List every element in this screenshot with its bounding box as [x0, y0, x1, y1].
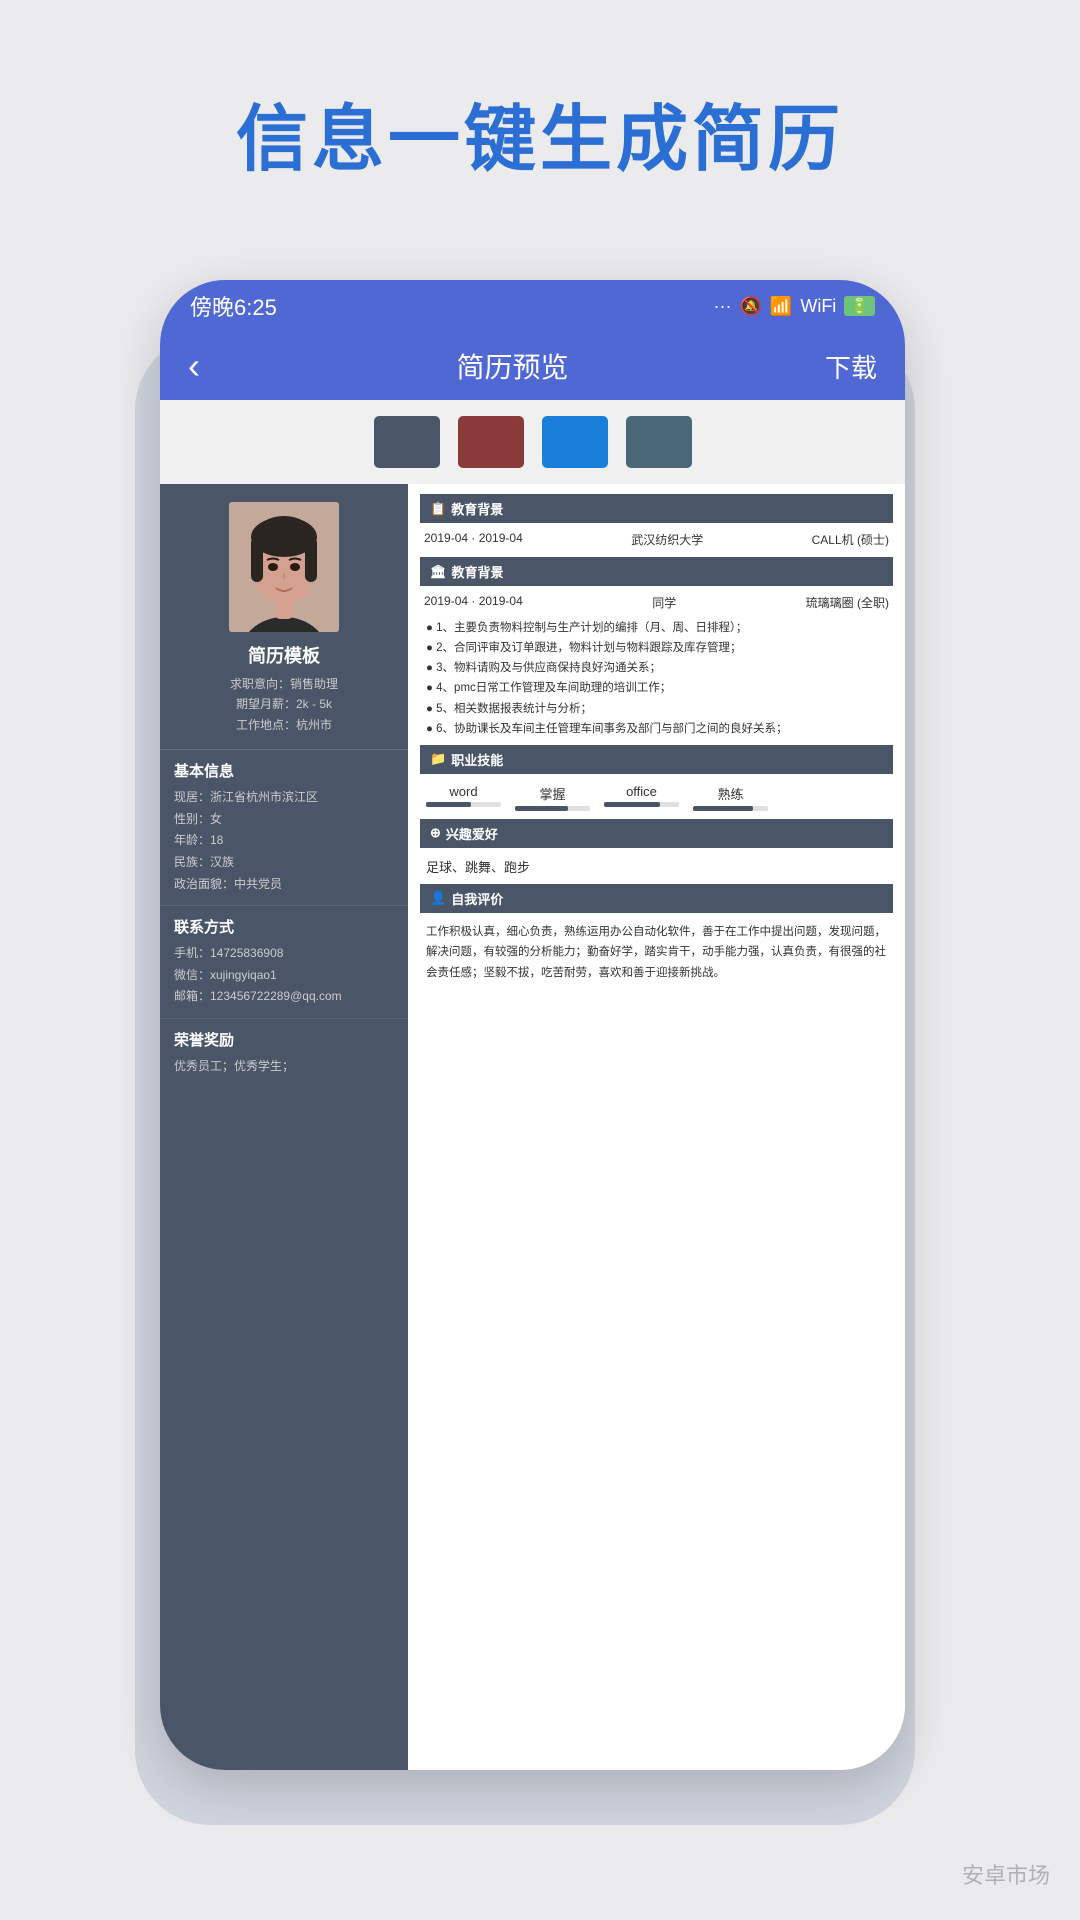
- self-eval-content: 工作积极认真，细心负责，熟练运用办公自动化软件，善于在工作中提出问题，发现问题，…: [420, 918, 893, 988]
- interests-content: 足球、跳舞、跑步: [420, 853, 893, 880]
- color-swatch-2[interactable]: [458, 416, 524, 468]
- status-bar: 傍晚6:25 ··· 🔕 📶 WiFi 🔋: [160, 280, 905, 332]
- color-swatch-4[interactable]: [626, 416, 692, 468]
- skills-title: 职业技能: [451, 750, 503, 769]
- resume-right-content: 📋 教育背景 2019-04 · 2019-04 武汉纺织大学 CALL机 (硕…: [408, 484, 905, 1770]
- status-time: 傍晚6:25: [190, 290, 277, 322]
- bullet-3: ● 3、物料请购及与供应商保持良好沟通关系；: [424, 658, 889, 678]
- wifi-icon: WiFi: [800, 296, 836, 317]
- battery-icon: 🔋: [844, 296, 875, 316]
- bullet-1: ● 1、主要负责物料控制与生产计划的编排（月、周、日排程）；: [424, 618, 889, 638]
- bullet-5: ● 5、相关数据报表统计与分析；: [424, 699, 889, 719]
- color-swatch-3[interactable]: [542, 416, 608, 468]
- awards-section: 荣誉奖励 优秀员工；优秀学生；: [160, 1019, 408, 1088]
- page-title: 信息一键生成简历: [0, 0, 1080, 185]
- skill-word: word: [426, 784, 501, 807]
- nav-title: 简历预览: [456, 346, 568, 386]
- edu2-header: 🏛 教育背景: [420, 557, 893, 586]
- self-eval-icon: 👤: [430, 890, 446, 906]
- edu1-row: 2019-04 · 2019-04 武汉纺织大学 CALL机 (硕士): [420, 528, 893, 551]
- phone-mockup: 傍晚6:25 ··· 🔕 📶 WiFi 🔋 ‹ 简历预览 下载: [160, 280, 920, 1830]
- ethnicity: 民族：汉族: [174, 852, 394, 874]
- edu2-row: 2019-04 · 2019-04 同学 琉璃璃圈 (全职): [420, 591, 893, 614]
- resume-name: 简历模板: [176, 642, 392, 668]
- resume-body: 简历模板 求职意向：销售助理 期望月薪：2k - 5k 工作地点：杭州市 基本信…: [160, 484, 905, 1770]
- back-button[interactable]: ‹: [188, 345, 200, 387]
- interests-icon: ⊕: [430, 825, 441, 841]
- self-eval-title: 自我评价: [451, 889, 503, 908]
- skill-proficient: 熟练: [693, 784, 768, 811]
- awards-title: 荣誉奖励: [174, 1029, 394, 1050]
- awards-content: 优秀员工；优秀学生；: [174, 1056, 394, 1078]
- watermark: 安卓市场: [962, 1858, 1050, 1890]
- skills-row: word 掌握 office: [420, 780, 893, 815]
- edu2-date: 2019-04 · 2019-04: [424, 594, 523, 611]
- edu1-school: 武汉纺织大学: [631, 531, 703, 548]
- wechat: 微信：xujingyiqao1: [174, 965, 394, 987]
- signal-dots-icon: ···: [714, 296, 732, 317]
- photo-area: 简历模板 求职意向：销售助理 期望月薪：2k - 5k 工作地点：杭州市: [160, 484, 408, 750]
- page-background: 信息一键生成简历 傍晚6:25 ··· 🔕 📶 WiFi 🔋 ‹ 简: [0, 0, 1080, 1920]
- skill-office-bar: [604, 802, 679, 807]
- email: 邮箱：123456722289@qq.com: [174, 986, 394, 1008]
- skills-header: 📁 职业技能: [420, 745, 893, 774]
- edu2-type: 琉璃璃圈 (全职): [806, 594, 889, 611]
- color-swatch-1[interactable]: [374, 416, 440, 468]
- resume-salary: 期望月薪：2k - 5k: [176, 694, 392, 714]
- skill-proficient-label: 熟练: [717, 784, 743, 803]
- edu1-header: 📋 教育背景: [420, 494, 893, 523]
- politics: 政治面貌：中共党员: [174, 874, 394, 896]
- interests-header: ⊕ 兴趣爱好: [420, 819, 893, 848]
- skill-master-label: 掌握: [539, 784, 565, 803]
- edu1-icon: 📋: [430, 501, 446, 517]
- gender: 性别：女: [174, 809, 394, 831]
- bullet-2: ● 2、合同评审及订单跟进，物料计划与物料跟踪及库存管理；: [424, 638, 889, 658]
- basic-info-section: 基本信息 现居：浙江省杭州市滨江区 性别：女 年龄：18 民族：汉族 政治面貌：…: [160, 750, 408, 906]
- bell-icon: 🔕: [739, 296, 761, 317]
- edu1-degree: CALL机 (硕士): [812, 531, 889, 548]
- skill-word-label: word: [449, 784, 477, 799]
- color-picker-row: [160, 400, 905, 484]
- signal-bars-icon: 📶: [770, 296, 792, 317]
- age: 年龄：18: [174, 830, 394, 852]
- resume-job-seek: 求职意向：销售助理: [176, 674, 392, 694]
- edu1-title: 教育背景: [451, 499, 503, 518]
- skill-word-bar: [426, 802, 501, 807]
- nav-bar: ‹ 简历预览 下载: [160, 332, 905, 400]
- resume-left-sidebar: 简历模板 求职意向：销售助理 期望月薪：2k - 5k 工作地点：杭州市 基本信…: [160, 484, 408, 1770]
- resume-location: 工作地点：杭州市: [176, 715, 392, 735]
- bullet-4: ● 4、pmc日常工作管理及车间助理的培训工作；: [424, 678, 889, 698]
- resume-photo: [229, 502, 339, 632]
- contact-title: 联系方式: [174, 916, 394, 937]
- edu2-icon: 🏛: [430, 564, 447, 580]
- skill-office: office: [604, 784, 679, 807]
- bullet-6: ● 6、协助课长及车间主任管理车间事务及部门与部门之间的良好关系；: [424, 719, 889, 739]
- edu2-company: 同学: [652, 594, 676, 611]
- basic-info-title: 基本信息: [174, 760, 394, 781]
- phone-body: 傍晚6:25 ··· 🔕 📶 WiFi 🔋 ‹ 简历预览 下载: [160, 280, 905, 1770]
- status-icons: ··· 🔕 📶 WiFi 🔋: [714, 296, 876, 317]
- bullets-container: ● 1、主要负责物料控制与生产计划的编排（月、周、日排程）； ● 2、合同评审及…: [420, 614, 893, 745]
- phone: 手机：14725836908: [174, 943, 394, 965]
- skill-master-bar: [515, 806, 590, 811]
- contact-section: 联系方式 手机：14725836908 微信：xujingyiqao1 邮箱：1…: [160, 906, 408, 1019]
- address: 现居：浙江省杭州市滨江区: [174, 787, 394, 809]
- edu2-title: 教育背景: [452, 562, 504, 581]
- download-button[interactable]: 下载: [825, 348, 877, 385]
- edu1-date: 2019-04 · 2019-04: [424, 531, 523, 548]
- skill-office-label: office: [626, 784, 657, 799]
- skill-proficient-bar: [693, 806, 768, 811]
- interests-title: 兴趣爱好: [446, 824, 498, 843]
- skill-master: 掌握: [515, 784, 590, 811]
- skills-icon: 📁: [430, 751, 446, 767]
- self-eval-header: 👤 自我评价: [420, 884, 893, 913]
